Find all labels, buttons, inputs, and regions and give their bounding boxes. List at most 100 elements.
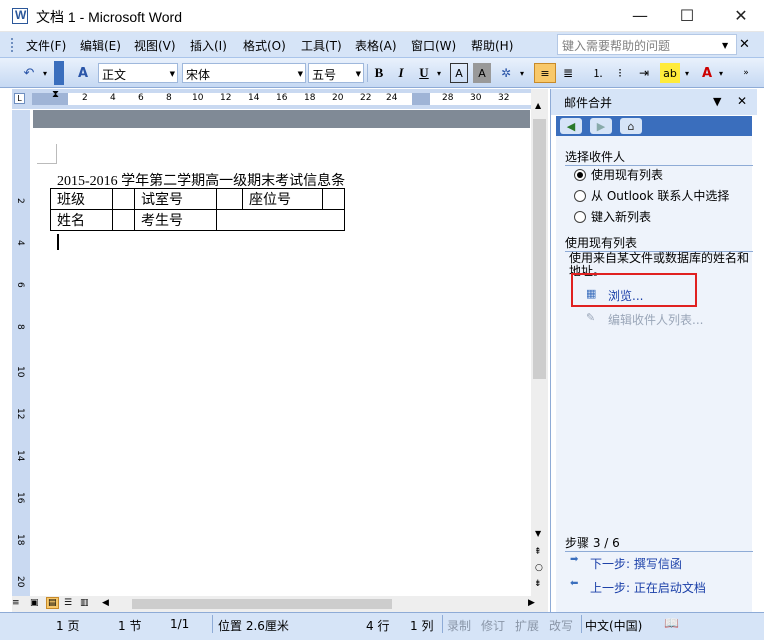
option-outlook-contacts[interactable]: 从 Outlook 联系人中选择 <box>574 187 729 204</box>
home-icon[interactable]: ⌂ <box>620 118 642 134</box>
scroll-down-icon[interactable]: ▼ <box>535 529 541 538</box>
table-cell[interactable] <box>322 188 345 210</box>
size-select[interactable]: 五号 ▼ <box>308 63 364 83</box>
scale-dropdown-icon[interactable]: ▾ <box>517 63 527 83</box>
task-pane-title: 邮件合并 <box>564 96 613 110</box>
next-step-link[interactable]: 下一步: 撰写信函 <box>590 555 682 572</box>
menu-file[interactable]: 文件(F) <box>26 37 66 54</box>
char-scale-icon[interactable]: ✲ <box>495 63 517 83</box>
edit-recipient-list-link[interactable]: 编辑收件人列表... <box>608 311 703 328</box>
vertical-scrollbar[interactable]: ▲ ▼ ⇞ ○ ⇟ <box>531 89 548 596</box>
normal-view-icon[interactable]: ≡ <box>12 598 20 608</box>
scroll-right-icon[interactable]: ▶ <box>528 598 535 608</box>
web-view-icon[interactable]: ▣ <box>30 598 39 608</box>
status-rec[interactable]: 录制 <box>447 617 471 634</box>
bullets-icon[interactable]: ⁝ <box>610 63 630 83</box>
outline-view-icon[interactable]: ☰ <box>64 598 72 608</box>
document-canvas[interactable]: 2015-2016 学年第二学期高一级期末考试信息条 班级 试室号 座位号 姓名… <box>33 110 530 596</box>
styles-icon[interactable]: A <box>72 63 94 83</box>
menu-help[interactable]: 帮助(H) <box>471 37 513 54</box>
document-table[interactable]: 班级 试室号 座位号 姓名 考生号 <box>50 188 345 231</box>
menu-insert[interactable]: 插入(I) <box>190 37 227 54</box>
status-trk[interactable]: 修订 <box>481 617 505 634</box>
menubar-grip[interactable] <box>11 38 15 52</box>
align-left-button[interactable]: ≡ <box>534 63 556 83</box>
horizontal-ruler[interactable]: L 2 4 6 8 10 12 14 16 18 20 22 24 28 30 … <box>12 89 548 109</box>
help-search-input[interactable]: 键入需要帮助的问题 <box>557 34 737 55</box>
justify-button[interactable]: ≣ <box>558 63 578 83</box>
menu-view[interactable]: 视图(V) <box>134 37 176 54</box>
char-border-icon[interactable]: A <box>450 63 468 83</box>
underline-button[interactable]: U <box>415 63 433 83</box>
ruler-tick: 30 <box>470 93 482 103</box>
menu-window[interactable]: 窗口(W) <box>411 37 456 54</box>
ruler-tick: 24 <box>386 93 398 103</box>
table-cell[interactable]: 班级 <box>50 188 113 210</box>
hscroll-thumb[interactable] <box>132 599 392 609</box>
vruler-tick: 18 <box>15 534 25 546</box>
table-cell[interactable] <box>216 188 243 210</box>
next-page-icon[interactable]: ⇟ <box>534 579 542 589</box>
italic-button[interactable]: I <box>392 63 410 83</box>
status-ext[interactable]: 扩展 <box>515 617 539 634</box>
highlight-icon[interactable]: ab <box>660 63 680 83</box>
menu-table[interactable]: 表格(A) <box>355 37 397 54</box>
tab-selector-icon[interactable]: L <box>14 93 25 104</box>
toolbar-grip[interactable] <box>54 61 64 85</box>
help-dropdown-icon[interactable]: ▼ <box>722 41 728 50</box>
reading-view-icon[interactable]: ▥ <box>80 598 89 608</box>
pane-close-icon[interactable]: ✕ <box>737 94 747 108</box>
scroll-left-icon[interactable]: ◀ <box>102 598 109 608</box>
undo-dropdown-icon[interactable]: ▾ <box>40 63 50 83</box>
radio-icon[interactable] <box>574 210 586 223</box>
table-cell[interactable] <box>112 209 135 231</box>
close-button[interactable]: ✕ <box>718 0 764 31</box>
char-shading-icon[interactable]: A <box>473 63 491 83</box>
option-existing-list[interactable]: 使用现有列表 <box>574 166 663 183</box>
status-position: 位置 2.6厘米 <box>218 619 289 633</box>
status-ovr[interactable]: 改写 <box>549 617 573 634</box>
minimize-button[interactable]: — <box>617 0 663 31</box>
highlight-dropdown-icon[interactable]: ▾ <box>682 63 692 83</box>
menu-tools[interactable]: 工具(T) <box>301 37 342 54</box>
option-new-list[interactable]: 键入新列表 <box>574 208 651 225</box>
horizontal-scrollbar[interactable]: ≡ ▣ ▤ ☰ ▥ ◀ ▶ <box>12 596 548 612</box>
document-title-text[interactable]: 2015-2016 学年第二学期高一级期末考试信息条 <box>57 170 345 190</box>
table-cell[interactable] <box>216 209 345 231</box>
back-icon[interactable]: ◀ <box>560 118 582 134</box>
maximize-button[interactable]: ☐ <box>664 0 710 31</box>
numbering-icon[interactable]: ⒈ <box>588 63 608 83</box>
close-document-icon[interactable]: ✕ <box>739 37 750 52</box>
bold-button[interactable]: B <box>370 63 388 83</box>
font-color-button[interactable]: A <box>698 63 716 83</box>
ruler-margin-right <box>412 93 430 105</box>
underline-dropdown-icon[interactable]: ▾ <box>434 63 444 83</box>
indent-marker-icon[interactable]: ⧗ <box>52 89 59 100</box>
style-select[interactable]: 正文 ▼ <box>98 63 178 83</box>
prev-step-link[interactable]: 上一步: 正在启动文档 <box>590 579 706 596</box>
font-color-dropdown-icon[interactable]: ▾ <box>716 63 726 83</box>
scroll-up-icon[interactable]: ▲ <box>535 101 541 110</box>
undo-icon[interactable]: ↶ <box>18 63 40 83</box>
spelling-check-icon[interactable]: 📖 <box>664 616 679 630</box>
table-cell[interactable] <box>112 188 135 210</box>
pane-options-icon[interactable]: ▼ <box>713 95 721 108</box>
prev-page-icon[interactable]: ⇞ <box>534 547 542 557</box>
menu-format[interactable]: 格式(O) <box>243 37 286 54</box>
table-cell[interactable]: 考生号 <box>134 209 217 231</box>
radio-selected-icon[interactable] <box>574 168 586 181</box>
indent-icon[interactable]: ⇥ <box>634 63 654 83</box>
vertical-ruler[interactable]: 2 4 6 8 10 12 14 16 18 20 <box>12 110 30 596</box>
radio-icon[interactable] <box>574 189 586 202</box>
font-select[interactable]: 宋体 ▼ <box>182 63 306 83</box>
menu-edit[interactable]: 编辑(E) <box>80 37 121 54</box>
table-cell[interactable]: 座位号 <box>242 188 323 210</box>
toolbar-options-icon[interactable]: » <box>736 63 756 83</box>
formatting-toolbar: ↶ ▾ A 正文 ▼ 宋体 ▼ 五号 ▼ B I U ▾ A A ✲ ▾ ≡ ≣ ⒈ … <box>0 58 764 88</box>
print-view-icon[interactable]: ▤ <box>46 597 59 609</box>
browse-object-icon[interactable]: ○ <box>535 563 543 573</box>
table-cell[interactable]: 试室号 <box>134 188 217 210</box>
scroll-thumb[interactable] <box>533 119 546 379</box>
forward-icon[interactable]: ▶ <box>590 118 612 134</box>
table-cell[interactable]: 姓名 <box>50 209 113 231</box>
